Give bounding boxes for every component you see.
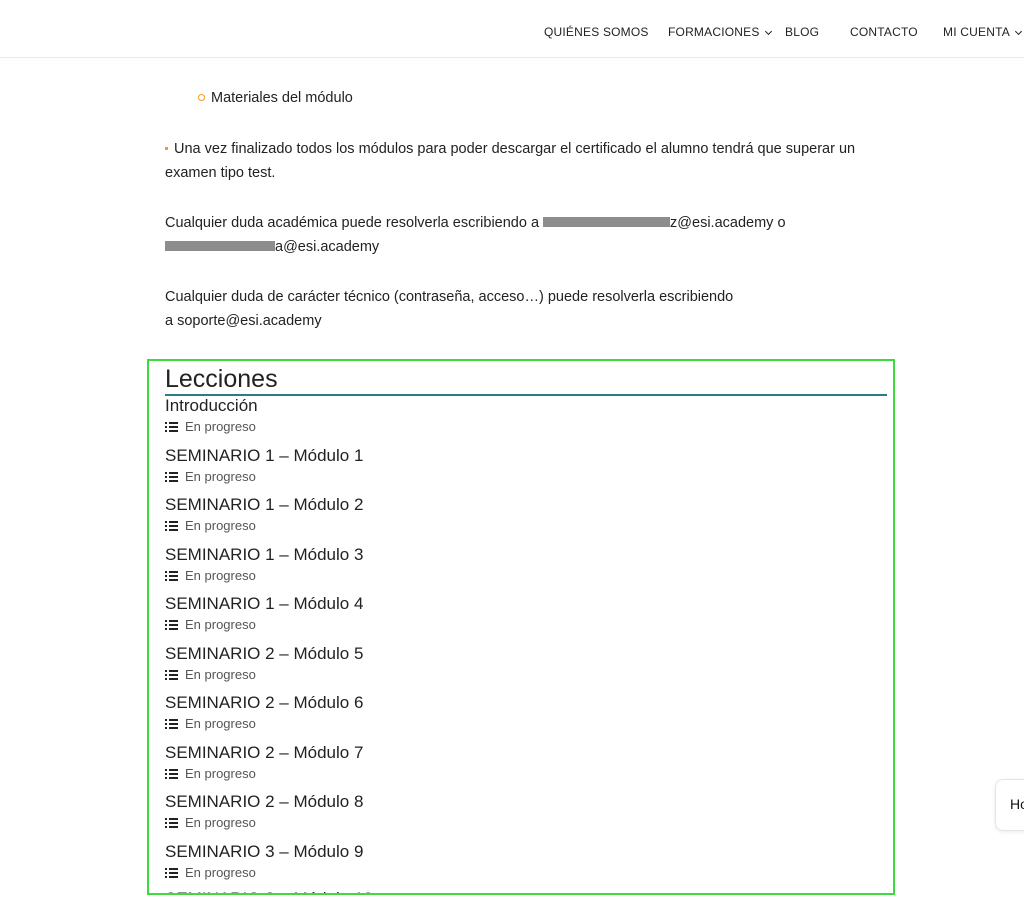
site-header: QUIÉNES SOMOS FORMACIONES BLOG CONTACTO … [0,0,1024,58]
list-icon [165,521,178,531]
nav-mi-cuenta-label: MI CUENTA [943,25,1010,39]
lesson-status-text: En progreso [185,716,256,731]
list-icon [165,769,178,779]
lesson-status-text: En progreso [185,469,256,484]
circle-bullet-icon [198,94,205,101]
lesson-title-link[interactable]: SEMINARIO 1 – Módulo 2 [165,495,363,515]
lessons-title: Lecciones [165,365,887,396]
chat-widget-label: Ho [1010,796,1024,812]
lesson-status: En progreso [165,815,363,831]
lesson-title-link[interactable]: SEMINARIO 2 – Módulo 6 [165,693,363,713]
lesson-status-text: En progreso [185,419,256,434]
nav-formaciones[interactable]: FORMACIONES [668,25,772,39]
list-icon [165,571,178,581]
sub-bullet-item: Materiales del módulo [198,90,353,106]
lesson-item[interactable]: SEMINARIO 2 – Módulo 6 En progreso [165,693,363,732]
lesson-item[interactable]: SEMINARIO 1 – Módulo 3 En progreso [165,545,363,584]
lesson-status: En progreso [165,518,363,534]
academic-email1-suffix[interactable]: z@esi.academy o [670,215,785,231]
lesson-title-link[interactable]: SEMINARIO 2 – Módulo 7 [165,743,363,763]
nav-quienes-somos[interactable]: QUIÉNES SOMOS [544,25,649,39]
lesson-title-link[interactable]: SEMINARIO 1 – Módulo 4 [165,594,363,614]
lesson-status: En progreso [165,716,363,732]
square-bullet-icon [165,147,168,150]
chevron-down-icon [1014,27,1022,36]
chat-widget-button[interactable]: Ho [995,779,1024,831]
lesson-status-text: En progreso [185,815,256,830]
list-icon [165,670,178,680]
chevron-down-icon [764,27,772,36]
lesson-title-link[interactable]: SEMINARIO 1 – Módulo 3 [165,545,363,565]
lesson-status: En progreso [165,865,363,881]
lesson-title-link[interactable]: SEMINARIO 2 – Módulo 8 [165,792,363,812]
lesson-item[interactable]: SEMINARIO 3 – Módulo 10 [165,889,373,893]
list-icon [165,868,178,878]
lesson-title-link[interactable]: SEMINARIO 1 – Módulo 1 [165,446,363,466]
lesson-title-link[interactable]: SEMINARIO 3 – Módulo 10 [165,889,373,893]
lesson-status: En progreso [165,568,363,584]
lesson-status: En progreso [165,469,363,485]
lesson-item[interactable]: SEMINARIO 1 – Módulo 4 En progreso [165,594,363,633]
lesson-status: En progreso [165,617,363,633]
nav-contacto[interactable]: CONTACTO [850,25,918,39]
tech-contact-paragraph: Cualquier duda de carácter técnico (cont… [165,285,885,333]
lessons-section: Lecciones Introducción En progreso SEMINAR… [147,359,895,895]
lesson-item[interactable]: SEMINARIO 1 – Módulo 1 En progreso [165,446,363,485]
lesson-title-link[interactable]: SEMINARIO 2 – Módulo 5 [165,644,363,664]
lesson-item[interactable]: Introducción En progreso [165,396,258,435]
tech-prefix: Cualquier duda de carácter técnico (cont… [165,289,734,305]
sub-bullet-text: Materiales del módulo [211,90,353,106]
lesson-title-link[interactable]: SEMINARIO 3 – Módulo 9 [165,842,363,862]
lesson-status: En progreso [165,419,258,435]
lesson-title-link[interactable]: Introducción [165,396,258,416]
lesson-item[interactable]: SEMINARIO 3 – Módulo 9 En progreso [165,842,363,881]
lesson-status-text: En progreso [185,865,256,880]
academic-contact-paragraph: Cualquier duda académica puede resolverl… [165,211,885,259]
list-icon [165,620,178,630]
lesson-item[interactable]: SEMINARIO 2 – Módulo 5 En progreso [165,644,363,683]
lesson-status: En progreso [165,667,363,683]
lesson-item[interactable]: SEMINARIO 2 – Módulo 7 En progreso [165,743,363,782]
redacted-email-2 [165,241,275,252]
lesson-status-text: En progreso [185,518,256,533]
nav-blog[interactable]: BLOG [785,25,819,39]
exam-paragraph: Una vez finalizado todos los módulos par… [165,137,885,185]
exam-text: Una vez finalizado todos los módulos par… [165,141,856,181]
list-icon [165,818,178,828]
academic-email2-suffix[interactable]: a@esi.academy [275,239,379,255]
nav-mi-cuenta[interactable]: MI CUENTA [943,25,1022,39]
academic-prefix: Cualquier duda académica puede resolverl… [165,215,544,231]
lesson-status-text: En progreso [185,667,256,682]
list-icon [165,472,178,482]
list-icon [165,719,178,729]
nav-formaciones-label: FORMACIONES [668,25,760,39]
list-icon [165,422,178,432]
lesson-status: En progreso [165,766,363,782]
redacted-email-1 [543,217,671,228]
lesson-item[interactable]: SEMINARIO 1 – Módulo 2 En progreso [165,495,363,534]
lesson-status-text: En progreso [185,617,256,632]
lesson-status-text: En progreso [185,766,256,781]
tech-email-line[interactable]: a soporte@esi.academy [165,313,322,329]
lesson-item[interactable]: SEMINARIO 2 – Módulo 8 En progreso [165,792,363,831]
lesson-status-text: En progreso [185,568,256,583]
